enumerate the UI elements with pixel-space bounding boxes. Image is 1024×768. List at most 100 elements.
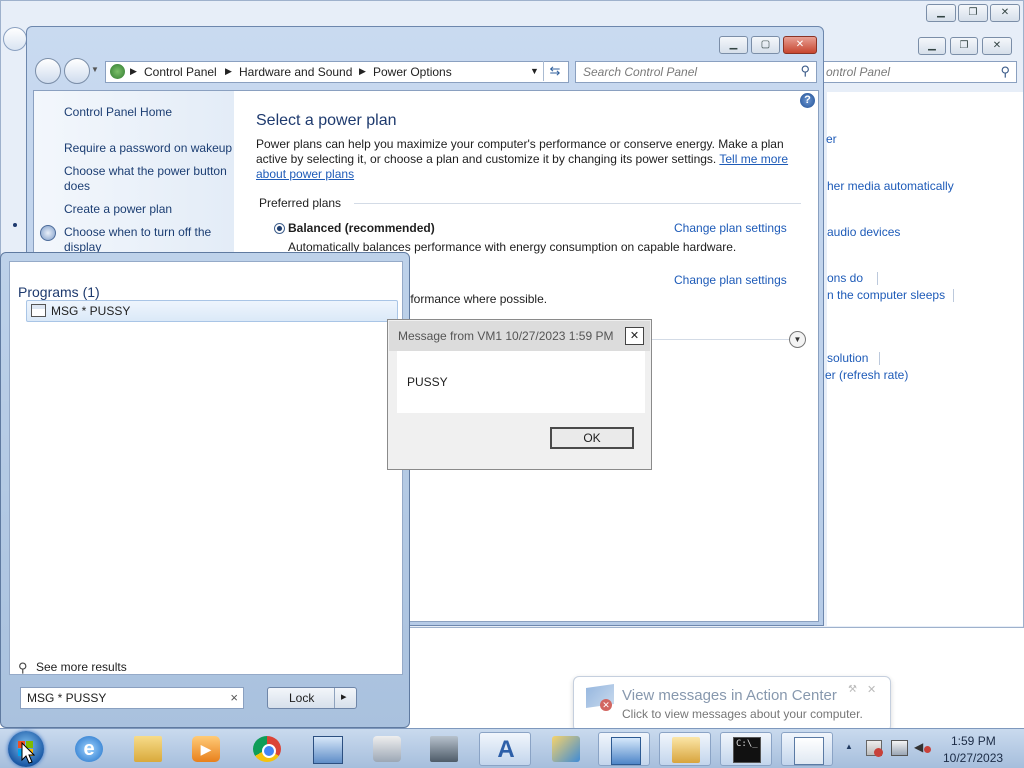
- programs-header: Programs (1): [18, 284, 100, 300]
- chevron-right-icon[interactable]: ▶: [359, 66, 366, 77]
- nav-turn-off-display[interactable]: Choose when to turn off the display: [64, 225, 229, 255]
- nav-require-password[interactable]: Require a password on wakeup: [64, 141, 234, 156]
- taskbar-internet-explorer[interactable]: e: [63, 732, 115, 766]
- search-icon[interactable]: ⚲: [1000, 64, 1010, 80]
- preferred-plans-label: Preferred plans: [259, 196, 342, 210]
- control-panel-icon: [110, 64, 125, 79]
- clear-search-icon[interactable]: ×: [230, 690, 238, 705]
- taskbar-active-directory[interactable]: A: [479, 732, 531, 766]
- clock-time[interactable]: 1:59 PM: [951, 734, 996, 748]
- bg-link-5[interactable]: n the computer sleeps: [827, 288, 945, 302]
- bg-link-4[interactable]: ons do: [827, 271, 863, 285]
- bg-link-3[interactable]: audio devices: [827, 225, 900, 239]
- refresh-icon[interactable]: ⇆: [543, 61, 566, 81]
- see-more-results-link[interactable]: See more results: [36, 660, 127, 674]
- intro-paragraph: Power plans can help you maximize your c…: [256, 137, 784, 166]
- dropdown-arrow-icon[interactable]: ▼: [530, 66, 539, 76]
- bg-restore-button[interactable]: ❐: [958, 4, 988, 22]
- back-button[interactable]: [35, 58, 61, 84]
- minimize-button[interactable]: ▁: [719, 36, 748, 54]
- bg2-minimize-button[interactable]: ▁: [918, 37, 946, 55]
- bg-minimize-button[interactable]: ▁: [926, 4, 956, 22]
- divider: [334, 688, 335, 708]
- bg-back-button[interactable]: [3, 27, 27, 51]
- chevron-right-icon[interactable]: ▶: [130, 66, 137, 77]
- nav-create-plan[interactable]: Create a power plan: [64, 202, 234, 217]
- shutdown-options-arrow-icon[interactable]: ▸: [341, 690, 347, 703]
- taskbar-folders[interactable]: [659, 732, 711, 766]
- start-search-input[interactable]: MSG * PUSSY ×: [20, 687, 244, 709]
- expand-chevron-icon[interactable]: ▼: [789, 331, 806, 348]
- address-bar[interactable]: ▶ Control Panel ▶ Hardware and Sound ▶ P…: [105, 61, 569, 83]
- bg-close-button[interactable]: ✕: [990, 4, 1020, 22]
- forward-button[interactable]: [64, 58, 90, 84]
- clock-icon: [40, 225, 56, 241]
- active-directory-icon: A: [497, 736, 515, 763]
- breadcrumb-power-options[interactable]: Power Options: [373, 65, 452, 79]
- bg-separator: [877, 272, 878, 285]
- taskbar-remote-desktop[interactable]: [301, 732, 353, 766]
- help-icon[interactable]: ?: [800, 93, 815, 108]
- maximize-button[interactable]: ▢: [751, 36, 780, 54]
- close-button[interactable]: ✕: [783, 36, 817, 54]
- change-plan-settings-link[interactable]: Change plan settings: [674, 221, 787, 235]
- clock-date[interactable]: 10/27/2023: [943, 751, 1003, 765]
- search-icon[interactable]: ⚲: [800, 63, 810, 79]
- command-prompt-icon: C:\_: [733, 737, 761, 763]
- chevron-right-icon[interactable]: ▶: [225, 66, 232, 77]
- bg-search-placeholder: ontrol Panel: [826, 65, 891, 79]
- taskbar-control-panel-tools[interactable]: [361, 732, 413, 766]
- plan-balanced-name[interactable]: Balanced (recommended): [288, 221, 435, 235]
- taskbar-command-prompt[interactable]: C:\_: [720, 732, 772, 766]
- taskbar-media-player[interactable]: ▶: [180, 732, 232, 766]
- folder-icon: [134, 736, 162, 762]
- dialog-close-icon[interactable]: ✕: [625, 327, 644, 345]
- mute-badge-icon: [924, 746, 931, 753]
- lock-button[interactable]: Lock ▸: [267, 687, 357, 709]
- program-result-item[interactable]: MSG * PUSSY: [26, 300, 398, 322]
- tools-icon: [373, 736, 401, 762]
- nav-power-button[interactable]: Choose what the power button does: [64, 164, 234, 194]
- taskbar-chrome[interactable]: [241, 732, 293, 766]
- history-chevron-icon[interactable]: ▼: [91, 65, 99, 74]
- taskbar-notepad[interactable]: [781, 732, 833, 766]
- breadcrumb-control-panel[interactable]: Control Panel: [144, 65, 217, 79]
- bg2-restore-button[interactable]: ❐: [950, 37, 978, 55]
- taskbar-file-explorer[interactable]: [122, 732, 174, 766]
- dialog-title: Message from VM1 10/27/2023 1:59 PM: [398, 329, 614, 343]
- show-hidden-icons-arrow-icon[interactable]: ▲: [845, 742, 853, 751]
- network-tray-icon[interactable]: [891, 740, 908, 756]
- search-results-pane: Programs (1) MSG * PUSSY ⚲ See more resu…: [9, 261, 403, 675]
- bg-link-1[interactable]: er: [826, 132, 837, 146]
- notification-subtitle: Click to view messages about your comput…: [622, 707, 863, 721]
- network-icon: [552, 736, 580, 762]
- wrench-icon[interactable]: ⚒: [848, 684, 857, 695]
- change-plan-settings-link[interactable]: Change plan settings: [674, 273, 787, 287]
- folder-icon: [672, 737, 700, 763]
- search-input[interactable]: Search Control Panel ⚲: [575, 61, 817, 83]
- bg-link-2[interactable]: her media automatically: [827, 179, 954, 193]
- tray-error-badge-icon: [874, 748, 883, 757]
- nav-control-panel-home[interactable]: Control Panel Home: [64, 105, 234, 120]
- ok-button[interactable]: OK: [550, 427, 634, 449]
- breadcrumb-hardware-and-sound[interactable]: Hardware and Sound: [239, 65, 352, 79]
- program-result-label: MSG * PUSSY: [51, 304, 131, 318]
- bg-search-input[interactable]: ontrol Panel ⚲: [819, 61, 1017, 83]
- bg2-close-button[interactable]: ✕: [982, 37, 1012, 55]
- search-placeholder: Search Control Panel: [583, 65, 698, 79]
- taskbar-network-tools[interactable]: [540, 732, 592, 766]
- notification-title: View messages in Action Center: [622, 687, 837, 704]
- bg-link-6[interactable]: solution: [827, 351, 868, 365]
- notification-close-icon[interactable]: ✕: [867, 683, 876, 696]
- start-menu: Programs (1) MSG * PUSSY ⚲ See more resu…: [0, 252, 410, 728]
- taskbar-performance-monitor[interactable]: [598, 732, 650, 766]
- bg-link-7[interactable]: er (refresh rate): [825, 368, 908, 382]
- dialog-title-bar: Message from VM1 10/27/2023 1:59 PM ✕: [389, 321, 650, 351]
- radio-balanced[interactable]: [274, 223, 285, 234]
- performance-icon: [611, 737, 641, 765]
- taskbar-server-manager[interactable]: [418, 732, 470, 766]
- action-center-notification[interactable]: ✕ View messages in Action Center Click t…: [573, 676, 891, 732]
- server-icon: [430, 736, 458, 762]
- monitor-icon: [313, 736, 343, 764]
- mouse-cursor-icon: [21, 742, 35, 764]
